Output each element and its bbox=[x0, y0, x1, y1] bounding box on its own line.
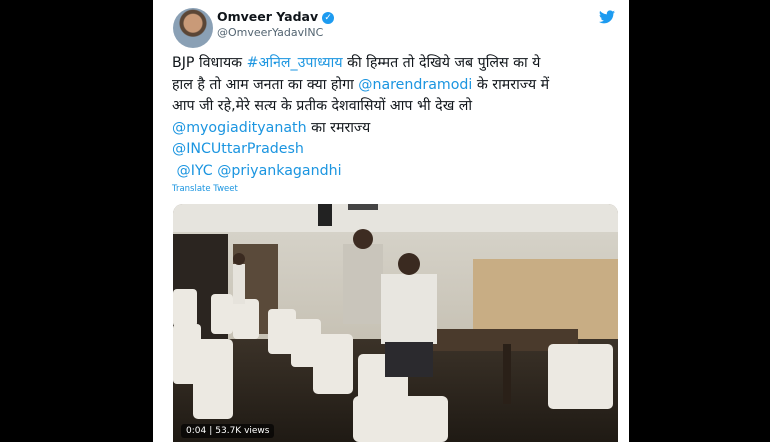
mention-myogiadityanath[interactable]: @myogiadityanath bbox=[172, 120, 307, 136]
mention-priyankagandhi[interactable]: @priyankagandhi bbox=[217, 163, 341, 179]
tweet-text: BJP विधायक #अनिल_उपाध्याय की हिम्मत तो द… bbox=[172, 53, 622, 182]
tweet-line-5: @INCUttarPradesh bbox=[172, 139, 622, 161]
mention-narendramodi[interactable]: @narendramodi bbox=[358, 77, 472, 93]
tweet-line-1: BJP विधायक #अनिल_उपाध्याय की हिम्मत तो द… bbox=[172, 53, 622, 75]
text-segment: का रमराज्य bbox=[306, 119, 371, 136]
text-segment: की हिम्मत तो देखिये जब पुलिस का ये bbox=[342, 55, 541, 71]
tweet-line-6: @IYC @priyankagandhi bbox=[172, 161, 622, 183]
mention-incuttarpradesh[interactable]: @INCUttarPradesh bbox=[172, 141, 304, 157]
video-stats-badge: 0:04 | 53.7K views bbox=[181, 424, 275, 438]
tweet-line-2: हाल है तो आम जनता का क्या होगा @narendra… bbox=[172, 75, 622, 97]
author-handle[interactable]: @OmveerYadavINC bbox=[217, 26, 323, 39]
separator: | bbox=[209, 426, 213, 436]
mention-iyc[interactable]: @IYC bbox=[177, 163, 213, 179]
text-segment: BJP विधायक bbox=[172, 55, 247, 71]
tweet-line-4: @myogiadityanath का रमराज्य bbox=[172, 118, 622, 140]
video-time: 0:04 bbox=[186, 426, 207, 436]
video-player[interactable]: 0:04 | 53.7K views bbox=[173, 204, 618, 442]
tweet-card: Omveer Yadav ✓ @OmveerYadavINC BJP विधायक… bbox=[153, 0, 629, 442]
author-name[interactable]: Omveer Yadav bbox=[217, 9, 318, 24]
video-frame bbox=[173, 204, 618, 442]
text-segment: हाल है तो आम जनता का क्या होगा bbox=[172, 76, 359, 93]
video-views: 53.7K views bbox=[215, 426, 270, 436]
avatar[interactable] bbox=[173, 8, 213, 48]
twitter-logo-icon bbox=[599, 10, 615, 24]
text-segment: के रामराज्य में bbox=[472, 76, 550, 93]
author-name-row[interactable]: Omveer Yadav ✓ bbox=[217, 9, 335, 24]
tweet-line-3: आप जी रहे,मेरे सत्य के प्रतीक देशवासियों… bbox=[172, 98, 473, 114]
verified-badge-icon: ✓ bbox=[322, 12, 335, 24]
translate-tweet-link[interactable]: Translate Tweet bbox=[172, 184, 238, 194]
hashtag-link[interactable]: #अनिल_उपाध्याय bbox=[247, 55, 343, 71]
